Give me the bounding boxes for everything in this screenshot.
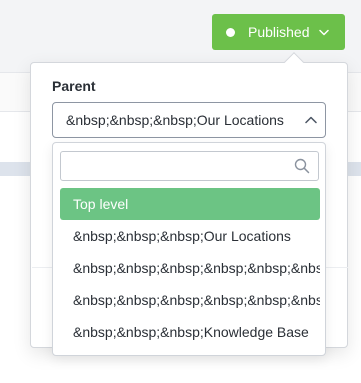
parent-label: Parent [52,78,96,94]
dropdown-options: Top level &nbsp;&nbsp;&nbsp;Our Location… [53,188,325,348]
dropdown-option-our-locations[interactable]: &nbsp;&nbsp;&nbsp;Our Locations [60,220,320,252]
dropdown-search-box [60,151,319,181]
parent-selected-value: &nbsp;&nbsp;&nbsp;Our Locations [66,112,284,128]
parent-dropdown-list: Top level &nbsp;&nbsp;&nbsp;Our Location… [52,142,326,356]
dropdown-option-knowledge-base[interactable]: &nbsp;&nbsp;&nbsp;Knowledge Base [60,316,320,348]
published-status-button[interactable]: Published [212,14,345,50]
dropdown-search-input[interactable] [61,152,293,180]
chevron-down-icon [318,29,329,36]
dropdown-option-canada[interactable]: &nbsp;&nbsp;&nbsp;&nbsp;&nbsp;&nbsp;&nbs… [60,252,320,284]
published-label: Published [248,24,310,40]
search-icon [294,158,310,174]
dropdown-option-usa[interactable]: &nbsp;&nbsp;&nbsp;&nbsp;&nbsp;&nbsp;&nbs… [60,284,320,316]
dropdown-option-top-level[interactable]: Top level [60,188,320,220]
parent-select[interactable]: &nbsp;&nbsp;&nbsp;Our Locations [52,102,326,138]
chevron-up-icon [305,116,317,124]
status-dot-icon [226,27,235,37]
